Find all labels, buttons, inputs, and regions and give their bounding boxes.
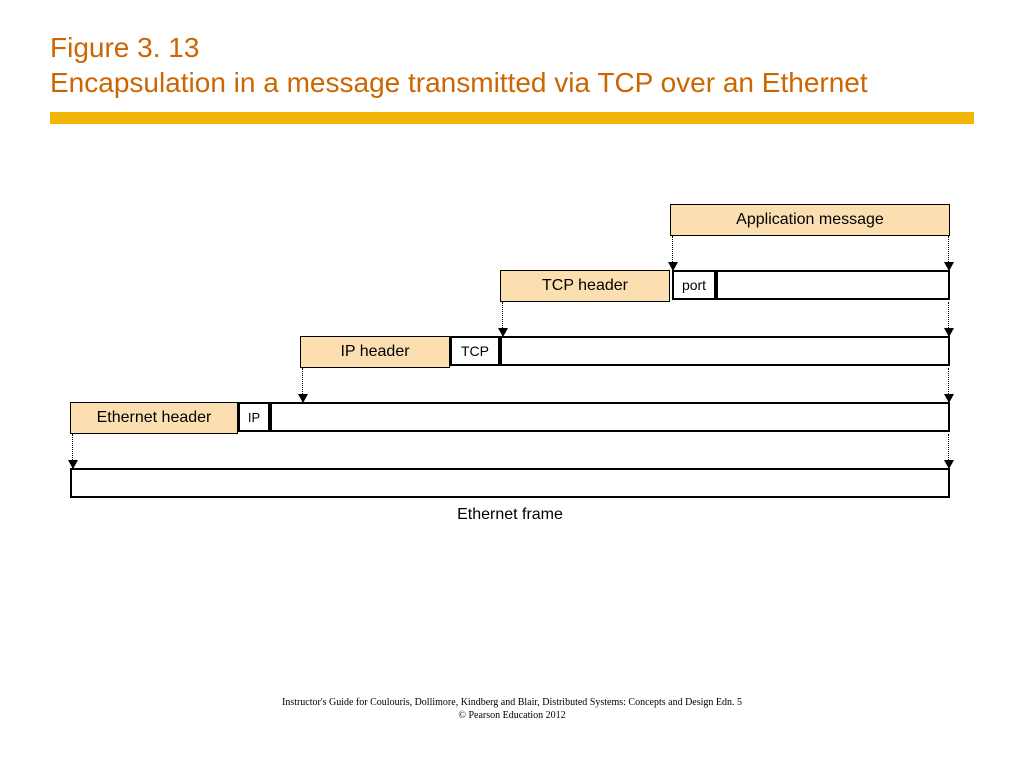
- footer-line-2: © Pearson Education 2012: [458, 710, 565, 721]
- title-line-1: Figure 3. 13: [50, 32, 199, 63]
- application-message-box: Application message: [670, 204, 950, 236]
- arrow-ip-right: [948, 368, 949, 402]
- ip-payload-box: [500, 336, 950, 366]
- arrow-tcp-left: [502, 302, 503, 336]
- encapsulation-diagram: Application message TCP header port IP h…: [50, 204, 974, 624]
- ip-field-box: IP: [238, 402, 270, 432]
- title-line-2: Encapsulation in a message transmitted v…: [50, 67, 868, 98]
- ethernet-frame-label: Ethernet frame: [70, 506, 950, 524]
- arrow-app-left: [672, 236, 673, 270]
- tcp-field-box: TCP: [450, 336, 500, 366]
- title-rule: [50, 112, 974, 124]
- arrow-tcp-right: [948, 302, 949, 336]
- tcp-header-box: TCP header: [500, 270, 670, 302]
- arrow-eth-left: [72, 434, 73, 468]
- port-field-box: port: [672, 270, 716, 300]
- ethernet-payload-box: [270, 402, 950, 432]
- figure-title: Figure 3. 13 Encapsulation in a message …: [50, 30, 974, 100]
- arrow-ip-left: [302, 368, 303, 402]
- ethernet-header-box: Ethernet header: [70, 402, 238, 434]
- ip-header-box: IP header: [300, 336, 450, 368]
- tcp-payload-box: [716, 270, 950, 300]
- ethernet-frame-box: [70, 468, 950, 498]
- arrow-app-right: [948, 236, 949, 270]
- footer-line-1: Instructor's Guide for Coulouris, Dollim…: [282, 697, 742, 708]
- slide-footer: Instructor's Guide for Coulouris, Dollim…: [0, 696, 1024, 722]
- arrow-eth-right: [948, 434, 949, 468]
